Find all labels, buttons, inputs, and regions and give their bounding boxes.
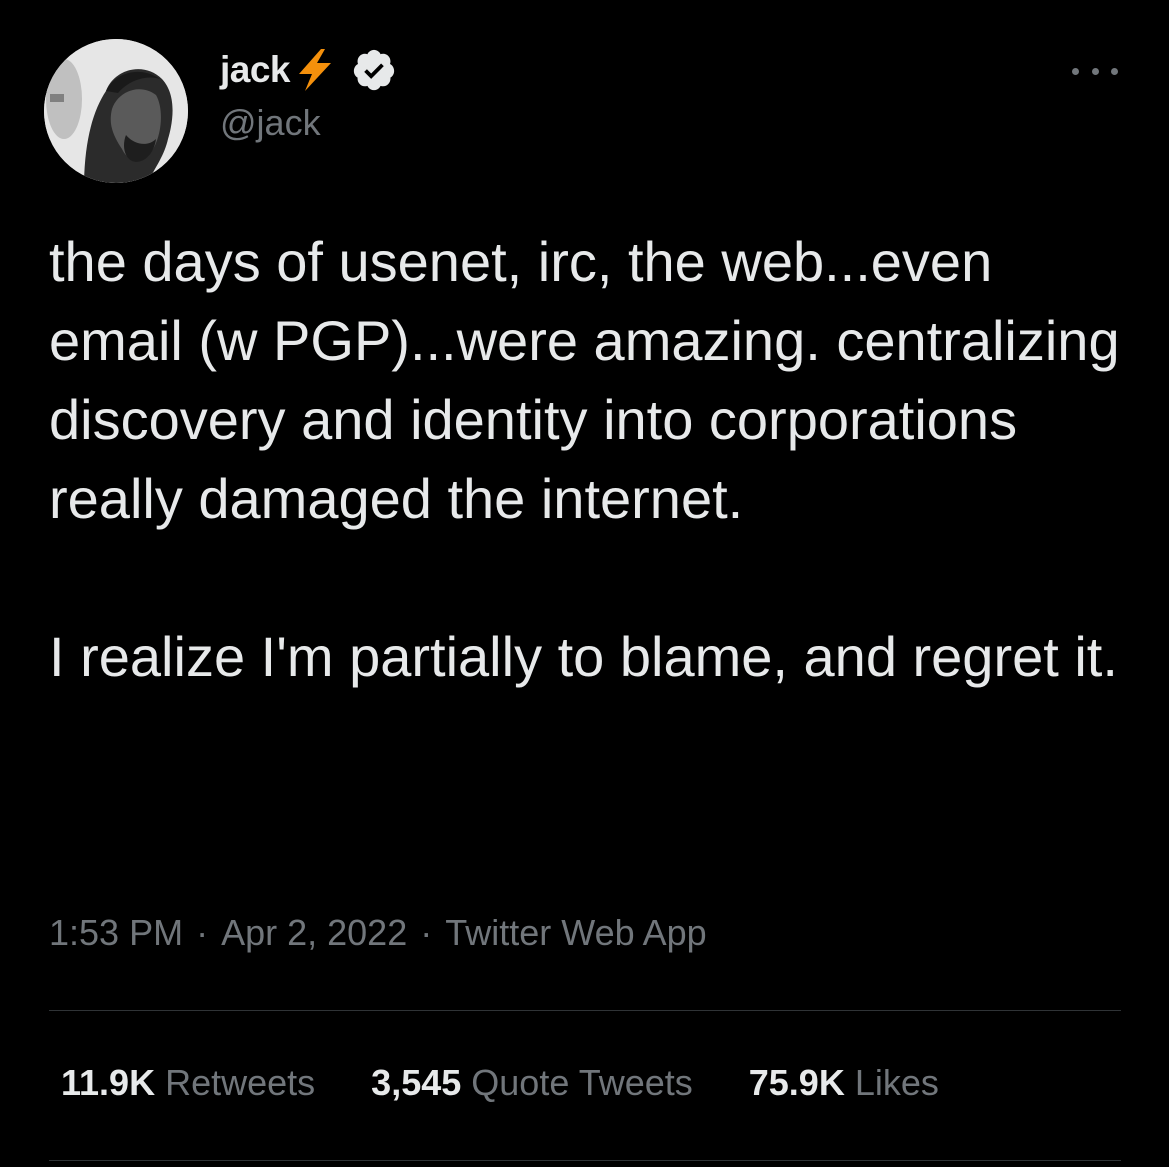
divider xyxy=(49,1160,1121,1161)
meta-separator: · xyxy=(420,912,433,953)
retweets-label: Retweets xyxy=(165,1062,316,1103)
likes-stat[interactable]: 75.9K Likes xyxy=(749,1062,939,1104)
more-dot xyxy=(1091,67,1099,75)
tweet-paragraph: I realize I'm partially to blame, and re… xyxy=(49,625,1118,688)
more-dot xyxy=(1072,67,1079,75)
tweet-time[interactable]: 1:53 PM xyxy=(49,912,183,953)
tweet-card: jack @jack the days of usenet, irc, the … xyxy=(0,0,1169,1167)
meta-separator: · xyxy=(196,912,209,953)
tweet-paragraph: the days of usenet, irc, the web...even … xyxy=(49,230,1120,530)
divider xyxy=(49,1010,1121,1011)
tweet-text: the days of usenet, irc, the web...even … xyxy=(49,222,1129,696)
more-dot xyxy=(1111,67,1118,75)
tweet-source[interactable]: Twitter Web App xyxy=(445,912,706,953)
author-display-name[interactable]: jack xyxy=(220,49,291,91)
quote-tweets-label: Quote Tweets xyxy=(471,1062,693,1103)
tweet-stats: 11.9K Retweets 3,545 Quote Tweets 75.9K … xyxy=(61,1062,995,1104)
author-handle[interactable]: @jack xyxy=(220,102,321,144)
author-name-row[interactable]: jack xyxy=(220,46,397,94)
quote-tweets-count: 3,545 xyxy=(371,1062,462,1103)
tweet-date[interactable]: Apr 2, 2022 xyxy=(221,912,407,953)
likes-count: 75.9K xyxy=(748,1062,845,1103)
retweets-stat[interactable]: 11.9K Retweets xyxy=(61,1062,315,1104)
verified-badge-icon xyxy=(353,49,395,91)
avatar-image xyxy=(44,39,188,183)
avatar[interactable] xyxy=(44,39,188,183)
retweets-count: 11.9K xyxy=(61,1062,156,1103)
likes-label: Likes xyxy=(854,1062,939,1103)
tweet-meta: 1:53 PM · Apr 2, 2022 · Twitter Web App xyxy=(49,912,707,954)
more-options-icon[interactable] xyxy=(1072,56,1118,86)
lightning-bolt-icon xyxy=(299,49,332,91)
quote-tweets-stat[interactable]: 3,545 Quote Tweets xyxy=(371,1062,693,1104)
